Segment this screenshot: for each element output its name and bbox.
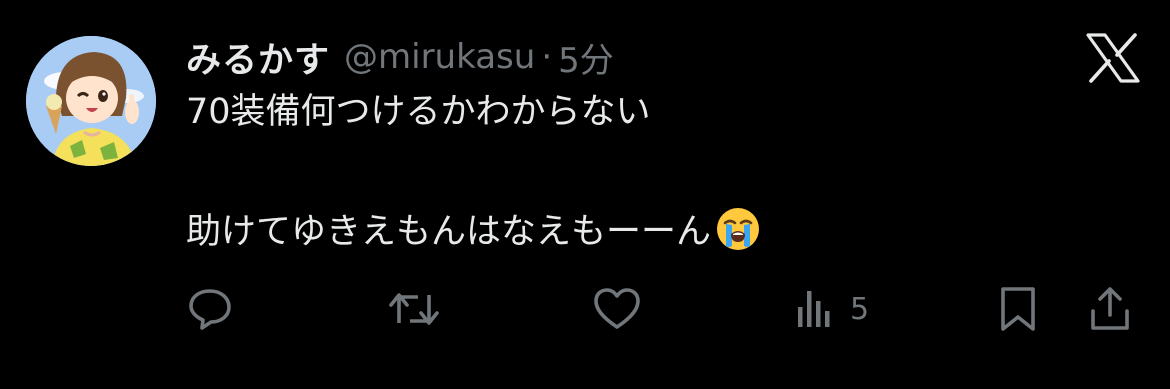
share-button[interactable]	[1088, 284, 1132, 334]
bookmark-icon	[998, 285, 1038, 333]
loudly-crying-face-icon	[715, 206, 761, 252]
avatar[interactable]	[26, 36, 156, 166]
views-count: 5	[850, 291, 870, 327]
tweet-text: 70装備何つけるかわからない 助けてゆきえもんはなえもーーん	[186, 88, 1086, 256]
share-icon	[1088, 285, 1132, 333]
retweet-button[interactable]	[388, 284, 440, 334]
display-name[interactable]: みるかす	[186, 32, 330, 83]
reply-button[interactable]	[186, 284, 234, 334]
retweet-icon	[388, 285, 440, 333]
header-separator: ·	[541, 37, 553, 77]
x-logo-icon[interactable]	[1086, 33, 1140, 83]
tweet: みるかす @mirukasu · 5分 70装備何つけるかわからない 助けてゆき…	[0, 0, 1170, 389]
tweet-text-line-2-text: 助けてゆきえもんはなえもーーん	[186, 212, 712, 252]
tweet-text-line: 70装備何つけるかわからない	[186, 92, 651, 132]
user-handle[interactable]: @mirukasu	[344, 37, 535, 77]
reply-icon	[186, 285, 234, 333]
like-button[interactable]	[592, 284, 642, 334]
tweet-text-line-2: 助けてゆきえもんはなえもーーん	[186, 208, 1086, 256]
action-bar: 5	[186, 284, 1146, 334]
tweet-header: みるかす @mirukasu · 5分	[186, 32, 614, 82]
views-chart-icon	[796, 285, 836, 333]
bookmark-button[interactable]	[998, 284, 1038, 334]
timestamp[interactable]: 5分	[558, 33, 614, 82]
heart-icon	[592, 285, 642, 333]
views-button[interactable]: 5	[796, 284, 869, 334]
